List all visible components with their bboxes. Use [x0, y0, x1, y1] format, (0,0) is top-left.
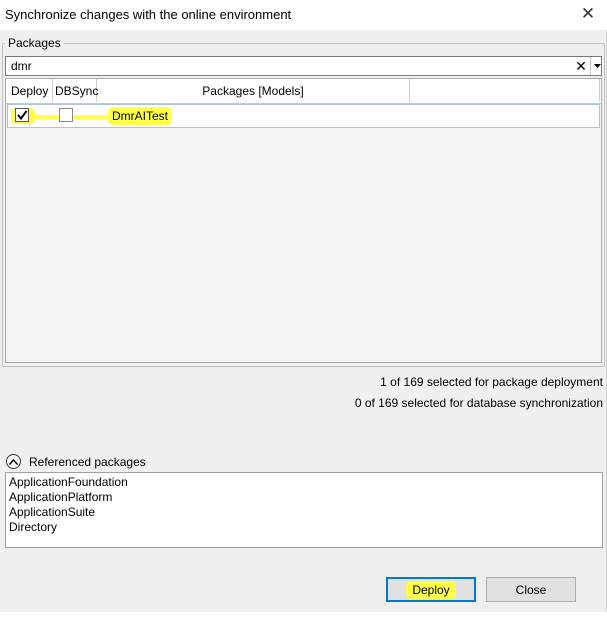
close-icon[interactable]: ✕ [575, 2, 601, 26]
column-header-dbsync[interactable]: DBSync [53, 79, 98, 102]
dialog-title: Synchronize changes with the online envi… [5, 7, 292, 22]
list-item[interactable]: ApplicationPlatform [9, 490, 112, 504]
list-item[interactable]: ApplicationSuite [9, 505, 95, 519]
title-bar: Synchronize changes with the online envi… [0, 0, 607, 30]
column-header-deploy[interactable]: Deploy [6, 79, 53, 102]
package-filter-combobox[interactable]: ✕ [5, 56, 602, 76]
column-header-filler [410, 79, 600, 102]
checkmark-icon [17, 110, 28, 121]
list-item[interactable]: ApplicationFoundation [9, 475, 128, 489]
deploy-button[interactable]: Deploy [386, 577, 476, 602]
background-peek [0, 612, 607, 619]
deploy-button-label: Deploy [406, 580, 456, 599]
deploy-checkbox[interactable] [15, 108, 29, 122]
sync-dialog: Synchronize changes with the online envi… [0, 0, 607, 619]
collapse-referenced-button[interactable] [6, 454, 21, 469]
chevron-up-icon [9, 458, 18, 465]
referenced-packages-label: Referenced packages [29, 455, 146, 469]
packages-grid: Deploy DBSync Packages [Models] DmrAITes… [5, 78, 602, 363]
chevron-down-icon[interactable] [590, 57, 603, 75]
close-button[interactable]: Close [486, 577, 576, 602]
grid-header: Deploy DBSync Packages [Models] [6, 79, 601, 104]
package-name: DmrAITest [108, 107, 173, 125]
packages-group-label: Packages [5, 36, 64, 50]
dbsync-count-text: 0 of 169 selected for database synchroni… [354, 396, 603, 410]
dbsync-checkbox[interactable] [59, 108, 73, 122]
column-header-packages[interactable]: Packages [Models] [97, 79, 410, 102]
clear-search-icon[interactable]: ✕ [574, 57, 588, 75]
table-row[interactable]: DmrAITest [7, 104, 600, 128]
package-search-input[interactable] [6, 57, 566, 75]
list-item[interactable]: Directory [9, 520, 57, 534]
deploy-count-text: 1 of 169 selected for package deployment [380, 375, 603, 389]
row-highlight-stroke [35, 115, 113, 119]
referenced-packages-list[interactable]: ApplicationFoundation ApplicationPlatfor… [5, 472, 603, 548]
